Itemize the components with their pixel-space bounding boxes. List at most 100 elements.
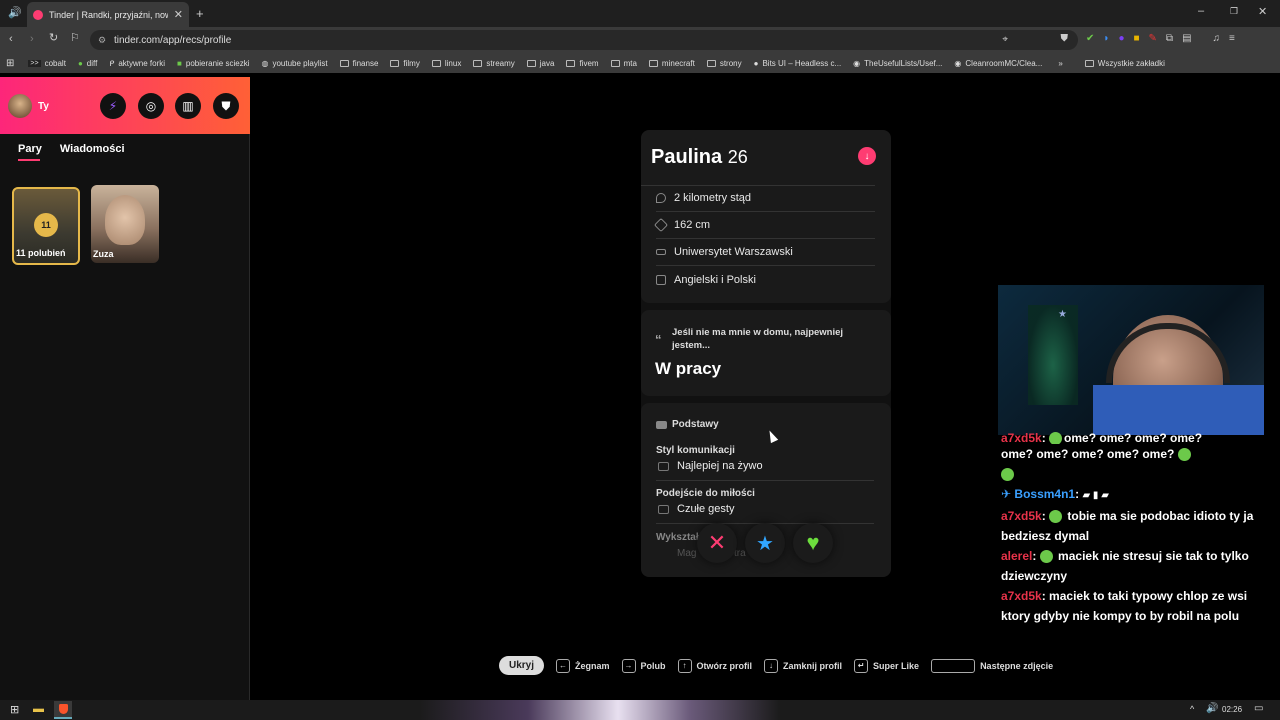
- bookmark-folder[interactable]: linux: [431, 59, 461, 68]
- profile-header-section: Paulina 26 ↓ 2 kilometry stąd 162 cm Uni…: [641, 130, 891, 303]
- avatar[interactable]: [8, 94, 32, 118]
- arrow-up-icon: ↑: [677, 658, 692, 673]
- basics-label: Podejście do miłości: [656, 488, 755, 499]
- restore-button[interactable]: ❐: [1230, 7, 1238, 16]
- hide-button[interactable]: Ukryj: [499, 656, 545, 675]
- url-text: tinder.com/app/recs/profile: [114, 34, 232, 46]
- bookmark[interactable]: ● Bits UI – Headless c...: [754, 59, 842, 68]
- likes-card[interactable]: 11 11 polubień ♥: [12, 187, 80, 265]
- extension-icon[interactable]: ◗: [1103, 33, 1109, 44]
- bookmark-icon[interactable]: ⚐: [70, 33, 80, 44]
- bookmark-folder[interactable]: streamy: [473, 59, 515, 68]
- super-like-button[interactable]: ★: [745, 523, 785, 563]
- sidebar-header: Ty ⚡ ◎ ▥ ⛊: [0, 77, 250, 134]
- apps-icon[interactable]: ⊞: [6, 58, 14, 69]
- arrow-right-icon: →: [621, 658, 636, 673]
- menu-icon[interactable]: ≡: [1229, 33, 1235, 44]
- bookmark-folder[interactable]: strony: [706, 59, 742, 68]
- file-explorer-icon[interactable]: ▬: [33, 703, 44, 715]
- bookmark-folder[interactable]: fivem: [566, 59, 599, 68]
- chat-icon: [658, 462, 669, 471]
- prompt-answer: W pracy: [655, 359, 722, 378]
- chat-message: a7xd5k: ome? ome? ome? ome?: [1001, 431, 1203, 444]
- chat-message: alerel: maciek nie stresuj sie tak to ty…: [1001, 549, 1249, 583]
- new-tab-button[interactable]: +: [196, 7, 204, 20]
- folder-icon: [566, 59, 576, 67]
- cobalt-favicon: >>: [28, 59, 41, 67]
- all-bookmarks[interactable]: Wszystkie zakładki: [1084, 59, 1165, 68]
- brave-taskbar-icon[interactable]: [54, 701, 72, 719]
- basics-value-partial: Mag: [677, 548, 697, 559]
- reload-button[interactable]: ↻: [49, 33, 58, 44]
- nope-button[interactable]: ✕: [697, 523, 737, 563]
- shield-icon[interactable]: ⛊: [213, 93, 239, 119]
- bookmark[interactable]: ■ pobieranie sciezki: [177, 59, 249, 68]
- bookmark[interactable]: ◍ youtube playlist: [261, 59, 327, 68]
- folder-icon: [339, 59, 349, 67]
- arrow-down-icon: ↓: [764, 658, 779, 673]
- tray-chevron-icon[interactable]: ^: [1190, 704, 1194, 714]
- forward-button[interactable]: ›: [30, 34, 34, 45]
- location-icon[interactable]: ⌖: [1002, 34, 1008, 45]
- bookmarks-bar: ⊞ >> cobalt ● diff ᑭ aktywne forki ■ pobiera…: [0, 53, 1280, 73]
- volume-icon[interactable]: 🔊: [1206, 703, 1218, 714]
- webcam-overlay: ★: [998, 285, 1264, 435]
- tab-pary[interactable]: Pary: [18, 143, 42, 161]
- bookmark-folder[interactable]: filmy: [390, 59, 420, 68]
- matches-sidebar: Ty ⚡ ◎ ▥ ⛊ Pary Wiadomości 11 11 polubie…: [0, 77, 250, 700]
- boost-icon[interactable]: ⚡: [100, 93, 126, 119]
- minimize-button[interactable]: –: [1198, 6, 1204, 17]
- folder-icon: [648, 59, 658, 67]
- folder-icon: [473, 59, 483, 67]
- globe-icon: ◍: [261, 58, 269, 68]
- speaker-icon[interactable]: 🔊: [8, 8, 22, 19]
- bookmark[interactable]: ● diff: [78, 59, 97, 68]
- detail-row: 162 cm: [653, 212, 875, 239]
- url-field[interactable]: ⚙ tinder.com/app/recs/profile ⌖ ⛊: [90, 30, 1078, 50]
- school-icon: [656, 249, 666, 255]
- explore-icon[interactable]: ◎: [138, 93, 164, 119]
- likes-label: 11 polubień: [16, 248, 66, 258]
- sidebar-toggle-icon[interactable]: ▤: [1182, 33, 1191, 44]
- user-label[interactable]: Ty: [38, 101, 49, 112]
- headphones: [1106, 323, 1230, 383]
- brave-shield-icon[interactable]: ⛊: [1061, 33, 1069, 44]
- briefcase-icon[interactable]: ▥: [175, 93, 201, 119]
- puzzle-icon[interactable]: ⧉: [1166, 33, 1173, 44]
- start-icon[interactable]: ⊞: [10, 703, 19, 716]
- bookmark[interactable]: >> cobalt: [28, 59, 66, 68]
- bookmark[interactable]: ᑭ aktywne forki: [109, 59, 165, 68]
- prompt-question: Jeśli nie ma mnie w domu, najpewniej jes…: [672, 327, 844, 351]
- window-close-button[interactable]: ✕: [1258, 7, 1267, 18]
- tab-close-icon[interactable]: ✕: [174, 8, 183, 21]
- bookmark-folder[interactable]: mta: [610, 59, 637, 68]
- collapse-profile-icon[interactable]: ↓: [858, 147, 876, 165]
- back-button[interactable]: ‹: [9, 34, 13, 45]
- tab-wiadomosci[interactable]: Wiadomości: [60, 143, 125, 155]
- bookmark[interactable]: ◉ CleanroomMC/Clea...: [954, 59, 1042, 68]
- detail-row: Angielski i Polski: [656, 266, 875, 293]
- stream-chat: a7xd5k: ome? ome? ome? ome? ome? ome? om…: [1001, 431, 1269, 648]
- browser-tab[interactable]: Tinder | Randki, przyjaźni, nowe z ✕: [27, 2, 189, 27]
- check-extension-icon[interactable]: ✔: [1086, 33, 1094, 44]
- tinder-favicon: [33, 9, 43, 20]
- hint-next-photo: Następne zdjęcie: [931, 658, 1053, 673]
- bookmark-folder[interactable]: minecraft: [648, 59, 695, 68]
- bits-favicon: ●: [753, 58, 759, 68]
- browser-tab-bar: 🔊 Tinder | Randki, przyjaźni, nowe z ✕ +…: [0, 0, 1280, 27]
- extension-icon[interactable]: ■: [1133, 33, 1139, 44]
- github-icon: ◉: [954, 58, 962, 68]
- bookmark-folder[interactable]: finanse: [339, 59, 378, 68]
- playlist-icon[interactable]: ♫: [1213, 33, 1221, 44]
- bookmark[interactable]: ◉ TheUsefulLists/Usef...: [853, 59, 942, 68]
- site-info-icon[interactable]: ⚙: [98, 35, 106, 46]
- clock[interactable]: 02:26: [1222, 705, 1242, 714]
- bookmark-folder[interactable]: java: [526, 59, 554, 68]
- more-bookmarks-chevron-icon[interactable]: »: [1058, 59, 1062, 68]
- notifications-icon[interactable]: ▭: [1254, 703, 1263, 714]
- arrow-left-icon: ←: [556, 658, 571, 673]
- extension-icon[interactable]: ●: [1118, 33, 1124, 44]
- extension-icon[interactable]: ✎: [1149, 33, 1157, 44]
- match-card[interactable]: Zuza: [91, 185, 159, 263]
- like-button[interactable]: ♥: [793, 523, 833, 563]
